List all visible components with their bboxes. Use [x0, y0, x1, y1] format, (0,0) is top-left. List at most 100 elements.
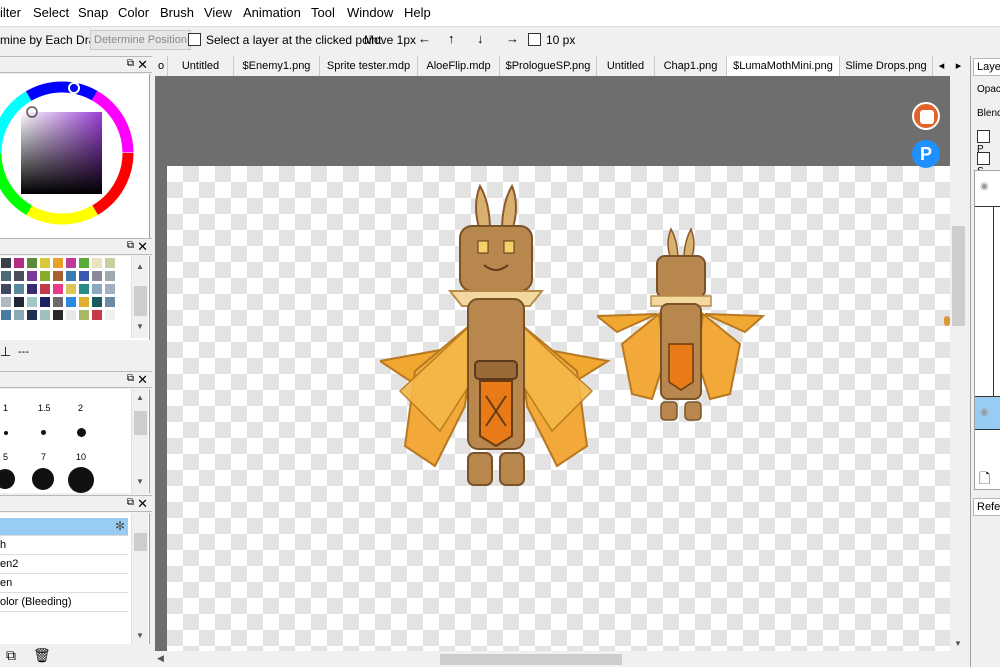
tab-layer[interactable]: Layer	[973, 58, 1000, 76]
layer-color-icon[interactable]: ⊥	[0, 344, 11, 360]
color-swatch[interactable]	[39, 309, 51, 321]
brush-size-dot-1[interactable]	[4, 431, 8, 435]
color-swatch[interactable]	[65, 283, 77, 295]
move-left-button[interactable]: ←	[418, 31, 431, 46]
scroll-up-icon[interactable]: ▲	[136, 393, 144, 402]
color-swatch[interactable]	[0, 270, 12, 282]
layer-row-selected[interactable]: ◉	[975, 396, 1000, 430]
canvas-horizontal-scrollbar[interactable]: ◀	[155, 652, 967, 667]
color-swatch[interactable]	[91, 270, 103, 282]
tab-slime-drops[interactable]: Slime Drops.png	[840, 56, 933, 76]
close-icon[interactable]: ✕	[137, 372, 148, 388]
tab-partial[interactable]: o	[155, 56, 168, 76]
move-up-button[interactable]: ↑	[448, 31, 455, 46]
color-swatch[interactable]	[78, 309, 90, 321]
menu-brush[interactable]: Brush	[160, 5, 194, 20]
brush-item[interactable]: olor (Bleeding)	[0, 594, 128, 612]
tab-aloeflip[interactable]: AloeFlip.mdp	[418, 56, 500, 76]
brush-size-dot-2[interactable]	[77, 428, 86, 437]
tab-untitled[interactable]: Untitled	[168, 56, 234, 76]
scroll-down-icon[interactable]: ▼	[136, 631, 144, 640]
color-swatch[interactable]	[104, 296, 116, 308]
color-swatch[interactable]	[91, 283, 103, 295]
color-swatch[interactable]	[78, 283, 90, 295]
canvas-vertical-scrollbar[interactable]: ▼	[950, 76, 967, 651]
scroll-thumb[interactable]	[952, 226, 965, 326]
close-icon[interactable]: ✕	[137, 496, 148, 512]
color-swatch[interactable]	[26, 309, 38, 321]
brush-size-dot-5[interactable]	[0, 469, 15, 489]
color-swatch[interactable]	[104, 270, 116, 282]
color-swatch[interactable]	[39, 270, 51, 282]
menu-animation[interactable]: Animation	[243, 5, 301, 20]
color-swatch[interactable]	[26, 296, 38, 308]
eye-icon[interactable]: ◉	[980, 407, 989, 418]
brush-size-dot-10[interactable]	[68, 467, 94, 493]
document-canvas[interactable]	[167, 166, 950, 651]
menu-snap[interactable]: Snap	[78, 5, 108, 20]
color-swatch[interactable]	[39, 257, 51, 269]
select-layer-checkbox[interactable]	[188, 33, 201, 46]
select-layer-at-point-option[interactable]: Select a layer at the clicked point	[188, 33, 381, 47]
tab-untitled-2[interactable]: Untitled	[597, 56, 655, 76]
ten-px-option[interactable]: 10 px	[528, 33, 575, 47]
move-down-button[interactable]: ↓	[477, 31, 484, 46]
color-swatch[interactable]	[0, 296, 12, 308]
color-swatch[interactable]	[26, 283, 38, 295]
tab-scroll-right-icon[interactable]: ▸	[950, 56, 967, 76]
color-swatch[interactable]	[52, 270, 64, 282]
color-swatch[interactable]	[91, 309, 103, 321]
color-swatch[interactable]	[52, 309, 64, 321]
tab-prologuesp[interactable]: $PrologueSP.png	[500, 56, 597, 76]
determine-by-drag-label[interactable]: mine by Each Drag	[0, 33, 102, 47]
pin-icon[interactable]: ⧉	[127, 373, 134, 384]
brush-list-scrollbar[interactable]: ▼	[131, 513, 148, 644]
color-swatch[interactable]	[104, 257, 116, 269]
menu-window[interactable]: Window	[347, 5, 393, 20]
determine-position-button[interactable]: Determine Position	[90, 30, 191, 50]
scroll-down-icon[interactable]: ▼	[136, 477, 144, 486]
brush-item-selected[interactable]: ✻	[0, 518, 128, 536]
color-swatch[interactable]	[52, 296, 64, 308]
color-swatch[interactable]	[13, 283, 25, 295]
eye-icon[interactable]: ◉	[980, 181, 989, 192]
color-swatch[interactable]	[0, 309, 12, 321]
new-layer-icon[interactable]: 🗋	[979, 468, 990, 492]
color-swatch[interactable]	[52, 257, 64, 269]
color-swatch[interactable]	[13, 270, 25, 282]
brush-size-scrollbar[interactable]: ▲ ▼	[131, 389, 148, 493]
color-swatch[interactable]	[26, 257, 38, 269]
scroll-down-icon[interactable]: ▼	[954, 639, 962, 648]
menu-view[interactable]: View	[204, 5, 232, 20]
menu-filter[interactable]: ilter	[0, 5, 21, 20]
color-swatch[interactable]	[78, 296, 90, 308]
scroll-thumb[interactable]	[134, 533, 147, 551]
gear-icon[interactable]: ✻	[115, 518, 125, 535]
canvas-area[interactable]: P	[155, 76, 950, 651]
color-wheel[interactable]	[0, 74, 150, 238]
color-swatch[interactable]	[91, 296, 103, 308]
color-swatch[interactable]	[65, 309, 77, 321]
pixiv-icon[interactable]: P	[912, 140, 940, 168]
brush-item[interactable]: en	[0, 575, 128, 593]
brush-size-dot-7[interactable]	[32, 468, 54, 490]
scroll-up-icon[interactable]: ▲	[136, 262, 144, 271]
clipping-checkbox[interactable]	[977, 152, 990, 165]
scroll-thumb[interactable]	[134, 286, 147, 316]
color-swatch[interactable]	[13, 309, 25, 321]
tab-sprite-tester[interactable]: Sprite tester.mdp	[320, 56, 418, 76]
menu-help[interactable]: Help	[404, 5, 431, 20]
color-swatch[interactable]	[0, 257, 12, 269]
color-swatch[interactable]	[13, 296, 25, 308]
scroll-thumb[interactable]	[440, 654, 622, 665]
scroll-left-icon[interactable]: ◀	[157, 653, 164, 664]
tab-lumamothmini[interactable]: $LumaMothMini.png	[727, 56, 840, 76]
tab-reference[interactable]: Refer	[973, 498, 1000, 516]
tab-enemy1[interactable]: $Enemy1.png	[234, 56, 320, 76]
tab-chap1[interactable]: Chap1.png	[655, 56, 727, 76]
color-swatch[interactable]	[39, 296, 51, 308]
scroll-down-icon[interactable]: ▼	[136, 322, 144, 331]
color-swatch[interactable]	[104, 309, 116, 321]
swatch-scrollbar[interactable]: ▲ ▼	[131, 256, 148, 338]
move-right-button[interactable]: →	[506, 31, 519, 46]
